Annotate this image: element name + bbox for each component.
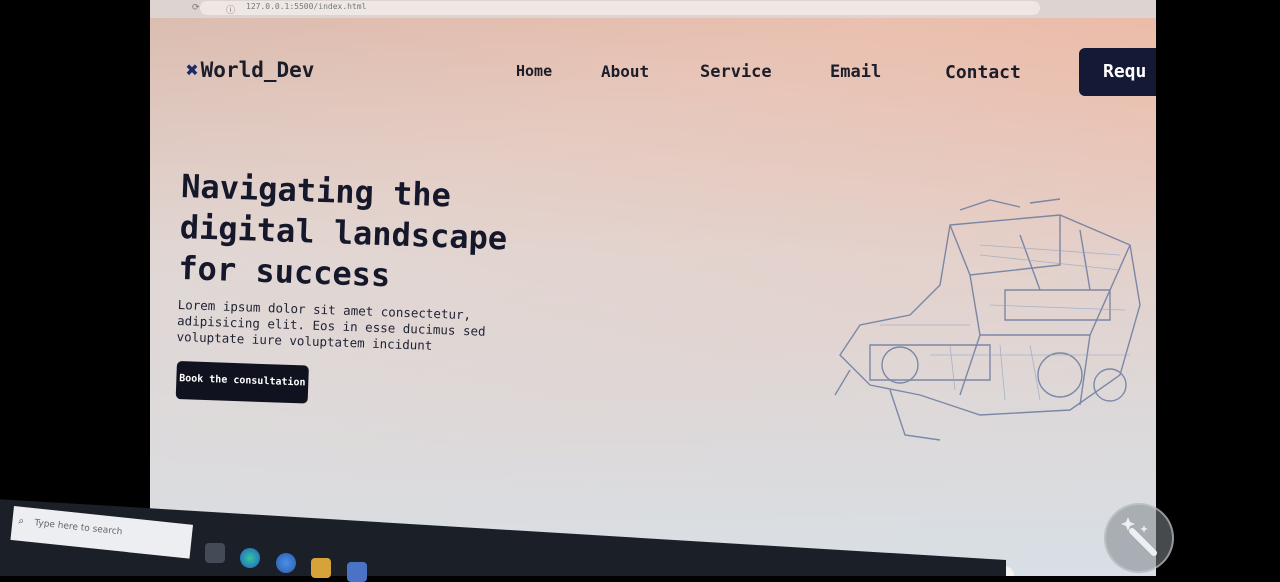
request-button[interactable]: Requ	[1079, 48, 1156, 96]
nav-about[interactable]: About	[601, 62, 649, 81]
nav-home[interactable]: Home	[516, 62, 552, 80]
file-explorer-icon[interactable]	[311, 558, 331, 578]
reload-icon[interactable]: ⟳	[192, 3, 200, 13]
task-view-icon[interactable]	[205, 543, 225, 563]
browser-viewport: ⟳ ⓘ 127.0.0.1:5500/index.html ✖World_Dev…	[150, 0, 1156, 576]
url-text: 127.0.0.1:5500/index.html	[246, 2, 367, 11]
edge-icon[interactable]	[240, 548, 260, 568]
browser-address-bar[interactable]: ⟳ ⓘ 127.0.0.1:5500/index.html	[150, 0, 1156, 18]
nav-email[interactable]: Email	[830, 62, 881, 82]
hero-title: Navigating the digital landscape for suc…	[177, 166, 508, 295]
logo-text: World_Dev	[200, 58, 315, 82]
nav-service[interactable]: Service	[700, 62, 772, 82]
book-consultation-button[interactable]: Book the consultation	[175, 361, 309, 404]
info-icon[interactable]: ⓘ	[226, 3, 235, 16]
x-mark-icon: ✖	[186, 58, 199, 82]
magic-wand-icon	[1121, 517, 1157, 556]
search-icon: ⌕	[17, 515, 25, 528]
wireframe-machine-illustration	[834, 198, 1141, 441]
hero-description: Lorem ipsum dolor sit amet consectetur, …	[176, 297, 486, 353]
chrome-icon[interactable]	[276, 553, 296, 573]
nav-contact[interactable]: Contact	[945, 62, 1021, 83]
store-icon[interactable]	[347, 562, 367, 582]
taskbar-search-placeholder: Type here to search	[33, 518, 123, 538]
site-logo[interactable]: ✖World_Dev	[186, 58, 314, 82]
magic-wand-button[interactable]	[1104, 503, 1174, 573]
